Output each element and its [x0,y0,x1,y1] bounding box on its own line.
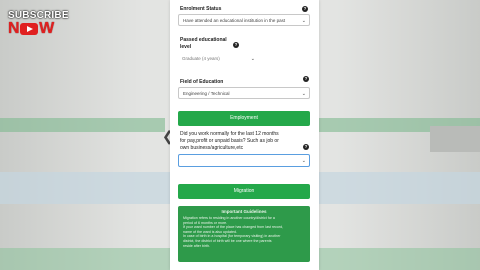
work-question-line3: own business/agriculture,etc [180,145,244,151]
passed-level-label-line1: Passed educational [180,37,227,43]
enrolment-status-select[interactable]: Have attended an educational institution… [178,14,310,26]
help-icon[interactable]: ? [303,144,309,150]
background-green-left [0,118,165,132]
enrolment-status-label: Enrolment Status [180,6,222,12]
enrolment-status-value: Have attended an educational institution… [183,18,286,23]
subscribe-now-logo[interactable]: SUBSCRIBE N W [8,10,74,38]
passed-level-value: Graduate (4 years) [182,56,220,61]
logo-now-left: N [8,20,20,37]
logo-now-right: W [39,20,54,37]
passed-level-label-line2: level [180,44,192,50]
work-status-select[interactable]: ⌄ [178,154,310,167]
work-question-line1: Did you work normally for the last 12 mo… [180,131,279,137]
help-icon[interactable]: ? [303,76,309,82]
chevron-down-icon: ⌄ [301,18,306,24]
employment-section-button[interactable]: Employment [178,111,310,126]
field-of-education-value: Engineering / Technical [183,91,230,96]
phone-screen: Enrolment Status ? Have attended an educ… [170,0,319,270]
background-block-right [430,126,480,152]
passed-level-select[interactable]: Graduate (4 years) ⌄ [178,53,258,65]
work-question-line2: for pay,profit or unpaid basis? Such as … [180,138,279,144]
guidelines-box: Important Guidelines Migration refers to… [178,206,310,262]
field-of-education-label: Field of Education [180,79,224,85]
help-icon[interactable]: ? [233,42,239,48]
chevron-down-icon: ⌄ [301,91,306,97]
guideline-line: reside after birth. [183,243,210,248]
field-of-education-select[interactable]: Engineering / Technical ⌄ [178,87,310,99]
help-icon[interactable]: ? [302,6,308,12]
play-icon [20,23,39,35]
migration-section-button[interactable]: Migration [178,184,310,199]
chevron-down-icon: ⌄ [250,56,255,62]
chevron-down-icon: ⌄ [301,158,306,164]
